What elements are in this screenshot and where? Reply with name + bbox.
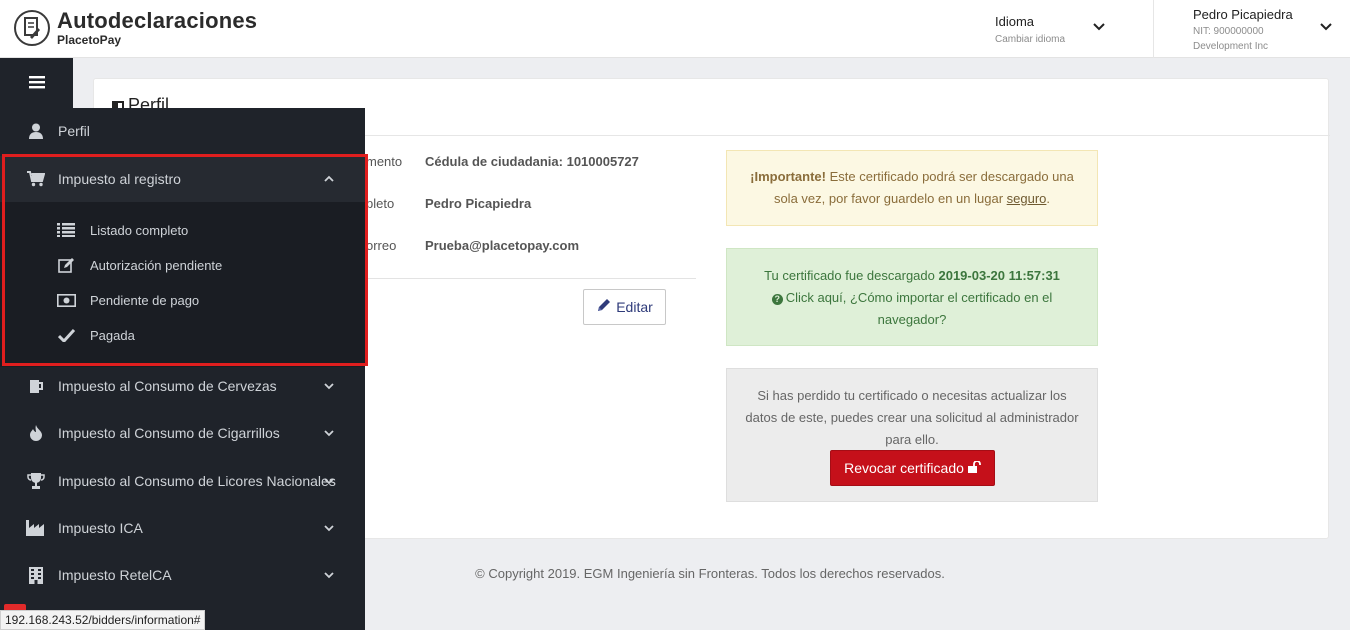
chevron-down-icon <box>323 473 335 489</box>
submenu-item-label: Autorización pendiente <box>90 257 223 273</box>
language-selector[interactable]: Idioma Cambiar idioma <box>995 14 1065 45</box>
building-icon <box>26 566 46 584</box>
status-bar-url: 192.168.243.52/bidders/information# <box>0 610 206 630</box>
top-header: Autodeclaraciones PlacetoPay Idioma Camb… <box>0 0 1350 58</box>
user-menu[interactable]: Pedro Picapiedra NIT: 900000000 Developm… <box>1153 0 1350 58</box>
sidebar-item-ica[interactable]: Impuesto ICA <box>0 505 365 551</box>
chevron-down-icon <box>323 378 335 394</box>
hamburger-icon <box>28 75 45 92</box>
chevron-down-icon <box>323 520 335 536</box>
chevron-down-icon[interactable] <box>1320 18 1332 34</box>
revoke-info-text: Si has perdido tu certificado o necesita… <box>745 388 1079 447</box>
sidebar-item-label: Impuesto RetelCA <box>58 567 172 583</box>
document-label: mento <box>366 154 403 169</box>
sidebar-item-impuesto-registro[interactable]: Impuesto al registro <box>0 156 365 202</box>
sidebar-item-cervezas[interactable]: Impuesto al Consumo de Cervezas <box>0 363 365 409</box>
alert-important-end: . <box>1046 191 1051 206</box>
submenu-item-label: Listado completo <box>90 222 189 238</box>
revoke-button-label: Revocar certificado <box>844 460 964 476</box>
logo-icon <box>14 10 50 46</box>
trophy-icon <box>26 472 46 490</box>
industry-icon <box>26 519 46 537</box>
check-icon <box>56 327 76 343</box>
download-date: 2019-03-20 11:57:31 <box>938 268 1060 283</box>
download-text: Tu certificado fue descargado <box>764 268 939 283</box>
sidebar-item-perfil[interactable]: Perfil <box>0 108 365 154</box>
sidebar-item-cigarrillos[interactable]: Impuesto al Consumo de Cigarrillos <box>0 410 365 456</box>
submenu-item-autorizacion[interactable]: Autorización pendiente <box>0 249 365 281</box>
sidebar-item-label: Impuesto al registro <box>58 171 181 187</box>
alert-important-title: ¡Importante! <box>750 169 826 184</box>
revoke-certificate-button[interactable]: Revocar certificado <box>830 450 995 486</box>
chevron-down-icon <box>323 425 335 441</box>
secure-link[interactable]: seguro <box>1007 191 1047 206</box>
submenu-item-pagada[interactable]: Pagada <box>0 319 365 351</box>
pencil-icon <box>596 298 616 316</box>
sidebar-item-licores[interactable]: Impuesto al Consumo de Licores Nacionale… <box>0 458 365 504</box>
submenu-item-pendiente-pago[interactable]: Pendiente de pago <box>0 284 365 316</box>
language-title: Idioma <box>995 14 1035 29</box>
footer-copyright: © Copyright 2019. EGM Ingeniería sin Fro… <box>475 566 945 581</box>
sidebar-item-label: Perfil <box>58 123 90 139</box>
edit-button[interactable]: Editar <box>583 289 666 325</box>
submenu-impuesto-registro: Listado completo Autorización pendiente … <box>0 202 365 367</box>
brand-title: Autodeclaraciones <box>57 8 258 33</box>
submenu-item-label: Pagada <box>90 327 135 343</box>
submenu-item-listado[interactable]: Listado completo <box>0 214 365 246</box>
download-success-alert: Tu certificado fue descargado 2019-03-20… <box>726 248 1098 346</box>
email-value: Prueba@placetopay.com <box>425 238 580 253</box>
chevron-up-icon <box>323 171 335 187</box>
chevron-down-icon[interactable] <box>1093 18 1105 34</box>
sidebar-item-label: Impuesto al Consumo de Cigarrillos <box>58 425 280 441</box>
important-alert: ¡Importante! Este certificado podrá ser … <box>726 150 1098 226</box>
user-nit: NIT: 900000000 <box>1193 26 1264 37</box>
question-circle-icon: ? <box>771 294 783 305</box>
document-value: Cédula de ciudadania: 1010005727 <box>425 154 639 169</box>
list-icon <box>56 222 76 238</box>
email-label: orreo <box>366 238 397 253</box>
beer-icon <box>26 377 46 395</box>
user-organization: Development Inc <box>1193 41 1269 52</box>
menu-toggle-button[interactable] <box>0 58 73 108</box>
brand-logo[interactable]: Autodeclaraciones PlacetoPay <box>14 10 257 46</box>
submenu-item-label: Pendiente de pago <box>90 292 200 308</box>
full-name-value: Pedro Picapiedra <box>425 196 532 211</box>
sidebar: Perfil Impuesto al registro Listado comp… <box>0 108 365 630</box>
divider <box>365 278 696 279</box>
user-icon <box>26 122 46 140</box>
sidebar-item-label: Impuesto al Consumo de Licores Nacionale… <box>58 473 336 489</box>
full-name-label: pleto <box>366 196 395 211</box>
sidebar-item-label: Impuesto ICA <box>58 520 143 536</box>
cart-icon <box>26 170 46 188</box>
fire-icon <box>26 424 46 442</box>
edit-button-label: Editar <box>616 299 653 315</box>
language-subtitle: Cambiar idioma <box>995 34 1066 45</box>
brand-subtitle: PlacetoPay <box>57 33 122 47</box>
sidebar-item-reteica[interactable]: Impuesto RetelCA <box>0 552 365 598</box>
money-icon <box>56 292 76 308</box>
import-help-link[interactable]: Click aquí, ¿Cómo importar el certificad… <box>786 290 1053 327</box>
sidebar-item-label: Impuesto al Consumo de Cervezas <box>58 378 277 394</box>
edit-icon <box>56 257 76 273</box>
user-name: Pedro Picapiedra <box>1193 7 1293 22</box>
chevron-down-icon <box>323 567 335 583</box>
unlock-icon <box>964 460 981 476</box>
